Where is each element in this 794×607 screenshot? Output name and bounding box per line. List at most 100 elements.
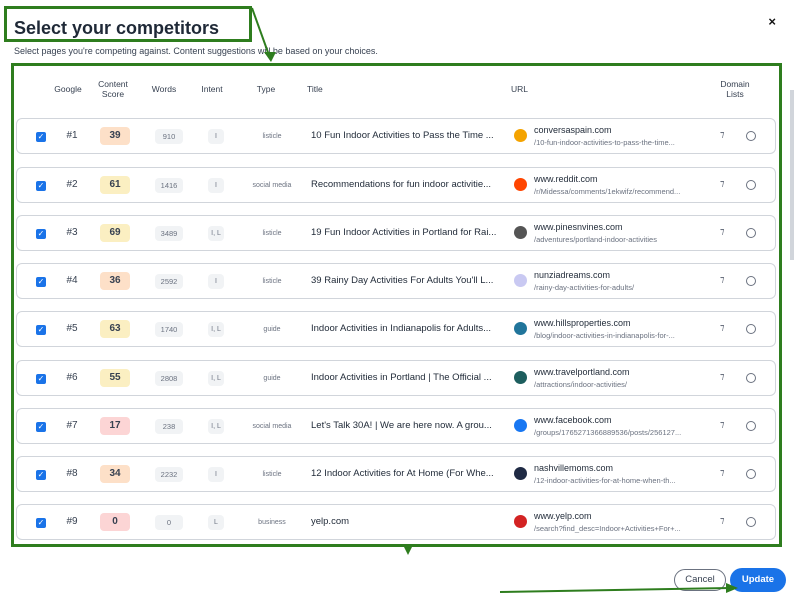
url-path[interactable]: /adventures/portland-indoor-activities (534, 235, 709, 244)
domain-list-icon[interactable]: ⁊ (720, 371, 724, 382)
google-rank: #3 (66, 227, 78, 238)
table-row[interactable]: ✓ #1 39 910 Ilisticle 10 Fun Indoor Activitie… (16, 118, 776, 154)
circle-option-icon[interactable] (746, 180, 756, 190)
content-score-badge: 17 (100, 417, 130, 435)
type-badge: social media (252, 182, 292, 189)
circle-option-icon[interactable] (746, 469, 756, 479)
select-checkbox[interactable]: ✓ (36, 518, 46, 528)
conversa-logo-icon (514, 129, 527, 142)
url-domain[interactable]: nashvillemoms.com (534, 463, 613, 473)
update-button[interactable]: Update (730, 568, 786, 592)
intent-badge: I (208, 178, 224, 193)
competitor-list: Google Content Score Words Intent Type T… (11, 63, 782, 547)
google-rank: #4 (66, 275, 78, 286)
col-google: Google (54, 84, 82, 94)
wordpress-icon (514, 322, 527, 335)
type-badge: guide (263, 375, 281, 382)
select-checkbox[interactable]: ✓ (36, 229, 46, 239)
content-score-badge: 61 (100, 176, 130, 194)
page-title: Indoor Activities in Indianapolis for Ad… (311, 323, 492, 334)
word-count-badge: 2808 (155, 371, 183, 386)
domain-list-icon[interactable]: ⁊ (720, 178, 724, 189)
content-score-badge: 0 (100, 513, 130, 531)
col-words: Words (151, 84, 177, 94)
url-path[interactable]: /12-indoor-activities-for-at-home-when-t… (534, 476, 709, 485)
intent-badge: I (208, 467, 224, 482)
url-domain[interactable]: www.pinesnvines.com (534, 222, 623, 232)
content-score-badge: 39 (100, 127, 130, 145)
select-checkbox[interactable]: ✓ (36, 277, 46, 287)
domain-list-icon[interactable]: ⁊ (720, 322, 724, 333)
content-score-badge: 34 (100, 465, 130, 483)
pinesnvines-icon (514, 226, 527, 239)
url-domain[interactable]: conversaspain.com (534, 125, 612, 135)
col-domain-lists: Domain Lists (720, 79, 750, 99)
page-title: 19 Fun Indoor Activities in Portland for… (311, 227, 497, 238)
type-badge: listicle (262, 133, 282, 140)
intent-badge: I, L (208, 226, 224, 241)
table-row[interactable]: ✓ #2 61 1416 Isocial media Recommendations fo… (16, 167, 776, 203)
circle-option-icon[interactable] (746, 324, 756, 334)
table-row[interactable]: ✓ #9 0 0 Lbusiness yelp.com www.yelp.com/searc… (16, 504, 776, 540)
page-title: 10 Fun Indoor Activities to Pass the Tim… (311, 130, 494, 141)
domain-list-icon[interactable]: ⁊ (720, 226, 724, 237)
type-badge: listicle (262, 471, 282, 478)
select-checkbox[interactable]: ✓ (36, 325, 46, 335)
word-count-badge: 2232 (155, 467, 183, 482)
table-row[interactable]: ✓ #6 55 2808 I, L guide Indoor Activities in P… (16, 360, 776, 396)
table-header: Google Content Score Words Intent Type T… (14, 66, 779, 106)
google-rank: #8 (66, 468, 78, 479)
url-domain[interactable]: nunziadreams.com (534, 270, 610, 280)
type-badge: social media (252, 423, 292, 430)
select-checkbox[interactable]: ✓ (36, 132, 46, 142)
content-score-badge: 69 (100, 224, 130, 242)
word-count-badge: 238 (155, 419, 183, 434)
table-row[interactable]: ✓ #5 63 1740 I, L guide Indoor Activities in I… (16, 311, 776, 347)
domain-list-icon[interactable]: ⁊ (720, 467, 724, 478)
url-path[interactable]: /groups/1765271366889536/posts/256127... (534, 428, 709, 437)
select-checkbox[interactable]: ✓ (36, 470, 46, 480)
url-path[interactable]: /rainy-day-activities-for-adults/ (534, 283, 709, 292)
select-checkbox[interactable]: ✓ (36, 374, 46, 384)
domain-list-icon[interactable]: ⁊ (720, 274, 724, 285)
table-row[interactable]: ✓ #8 34 2232 Ilisticle 12 Indoor Activities f… (16, 456, 776, 492)
url-domain[interactable]: www.facebook.com (534, 415, 612, 425)
circle-option-icon[interactable] (746, 373, 756, 383)
url-path[interactable]: /search?find_desc=Indoor+Activities+For+… (534, 524, 709, 533)
circle-option-icon[interactable] (746, 517, 756, 527)
circle-option-icon[interactable] (746, 421, 756, 431)
table-row[interactable]: ✓ #4 36 2592 Ilisticle 39 Rainy Day Activitie… (16, 263, 776, 299)
intent-badge: I, L (208, 322, 224, 337)
select-checkbox[interactable]: ✓ (36, 181, 46, 191)
nashvillemoms-icon (514, 467, 527, 480)
cancel-button[interactable]: Cancel (674, 569, 726, 591)
url-domain[interactable]: www.reddit.com (534, 174, 598, 184)
url-path[interactable]: /blog/indoor-activities-in-indianapolis-… (534, 331, 709, 340)
google-rank: #7 (66, 420, 78, 431)
circle-option-icon[interactable] (746, 228, 756, 238)
url-domain[interactable]: www.travelportland.com (534, 367, 630, 377)
content-score-badge: 63 (100, 320, 130, 338)
dialog-title: Select your competitors (14, 18, 220, 38)
url-path[interactable]: /attractions/indoor-activities/ (534, 380, 709, 389)
close-icon[interactable]: × (768, 14, 776, 29)
url-path[interactable]: /10-fun-indoor-activities-to-pass-the-ti… (534, 138, 709, 147)
select-checkbox[interactable]: ✓ (36, 422, 46, 432)
url-domain[interactable]: www.hillsproperties.com (534, 318, 631, 328)
page-title: 39 Rainy Day Activities For Adults You'l… (311, 275, 494, 286)
url-domain[interactable]: www.yelp.com (534, 511, 592, 521)
type-badge: listicle (262, 230, 282, 237)
circle-option-icon[interactable] (746, 131, 756, 141)
nunzia-icon (514, 274, 527, 287)
table-row[interactable]: ✓ #3 69 3489 I, L listicle 19 Fun Indoor Activ… (16, 215, 776, 251)
url-path[interactable]: /r/Midessa/comments/1ekwifz/recommend... (534, 187, 709, 196)
domain-list-icon[interactable]: ⁊ (720, 419, 724, 430)
word-count-badge: 1416 (155, 178, 183, 193)
circle-option-icon[interactable] (746, 276, 756, 286)
table-row[interactable]: ✓ #7 17 238 I, L social media Let's Talk 30A! … (16, 408, 776, 444)
col-type: Type (256, 84, 276, 94)
scrollbar[interactable] (790, 90, 794, 260)
google-rank: #2 (66, 179, 78, 190)
domain-list-icon[interactable]: ⁊ (720, 129, 724, 140)
domain-list-icon[interactable]: ⁊ (720, 515, 724, 526)
